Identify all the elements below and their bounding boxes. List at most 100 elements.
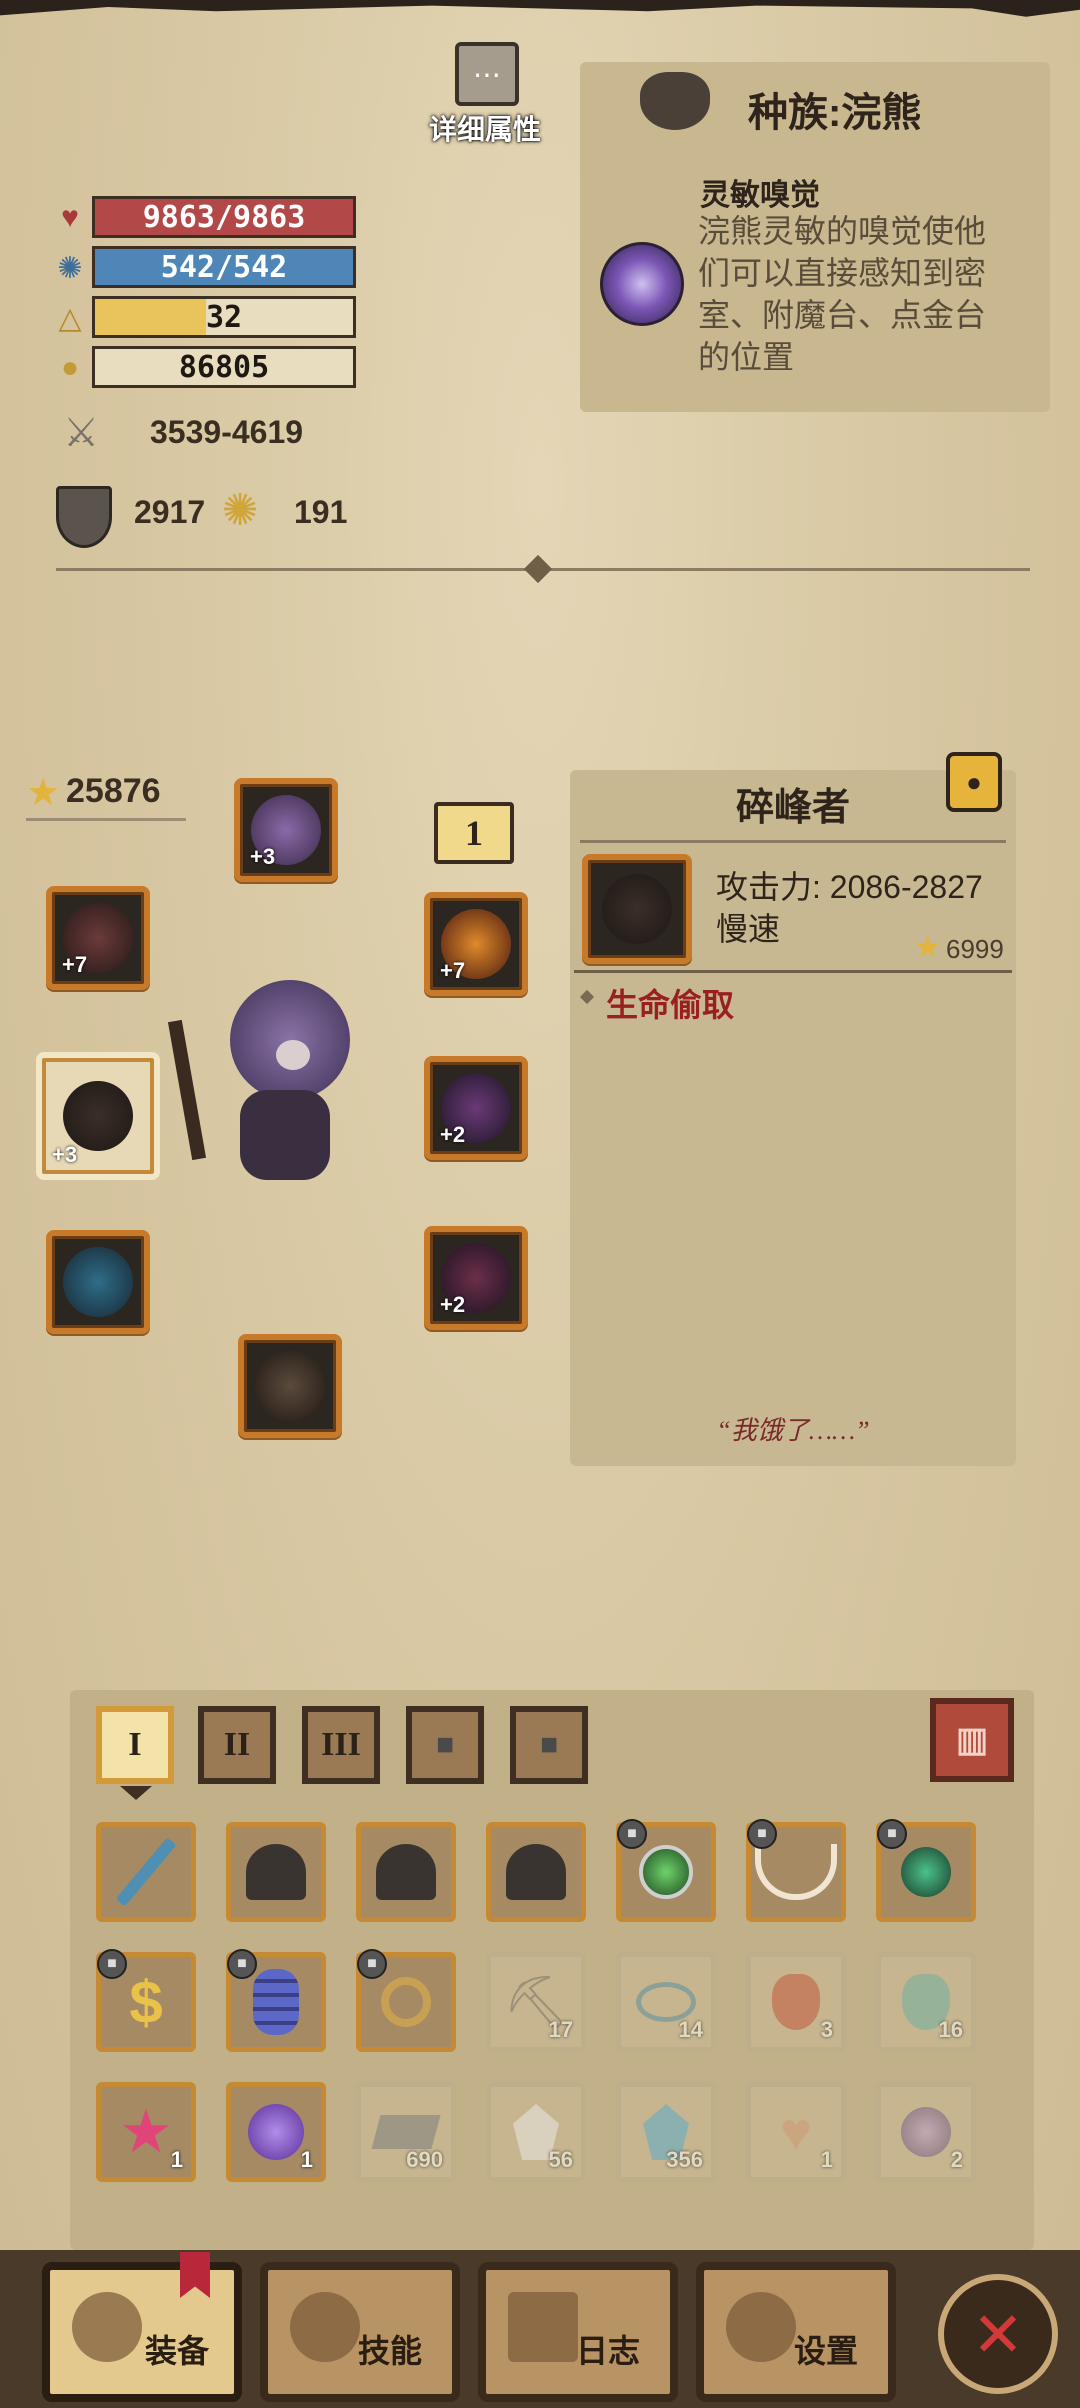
- level-text: 32: [205, 299, 243, 335]
- item-count: 3: [820, 2017, 833, 2042]
- item-count: 17: [548, 2017, 573, 2042]
- item-count: 1: [170, 2147, 183, 2172]
- inventory-slot[interactable]: 16: [876, 1952, 976, 2052]
- inventory-slot[interactable]: 3: [746, 1952, 846, 2052]
- gloves-slot[interactable]: [46, 1230, 150, 1334]
- weapon-upgrade-level: +3: [52, 1142, 78, 1167]
- offhand-slot[interactable]: +7: [424, 892, 528, 996]
- amulet-upgrade-level: +7: [62, 952, 88, 977]
- axe-icon: [72, 2292, 142, 2362]
- crossed-swords-icon: ⚔: [63, 411, 99, 455]
- nav-skills-button[interactable]: 技能: [260, 2262, 460, 2402]
- armor-slot[interactable]: +2: [424, 1056, 528, 1160]
- heart-charm-icon: ♥: [779, 2102, 813, 2162]
- inventory-slot[interactable]: ⛏ 17: [486, 1952, 586, 2052]
- emerald-amulet-icon: [901, 1847, 951, 1897]
- trash-icon: ▥: [955, 1722, 989, 1759]
- level-triangle-icon: △: [58, 301, 82, 335]
- inventory-slot[interactable]: ■: [356, 1949, 456, 2052]
- attack-value: 3539-4619: [150, 414, 304, 450]
- score-line: [26, 818, 186, 821]
- unidentified-helmet-icon: [376, 1844, 436, 1900]
- close-button[interactable]: ✕: [938, 2274, 1058, 2394]
- inventory-slot[interactable]: ■: [876, 1819, 976, 1922]
- inventory-slot[interactable]: ■: [746, 1819, 846, 1922]
- item-value: 6999: [946, 934, 1004, 964]
- inventory-slot[interactable]: [486, 1822, 586, 1922]
- tab-page-3[interactable]: III: [302, 1706, 380, 1784]
- effect-bullet-icon: [579, 989, 595, 1005]
- lock-icon: ■: [617, 1819, 647, 1849]
- shield-icon: [56, 486, 112, 548]
- boots-icon: [255, 1351, 325, 1421]
- item-count: 1: [820, 2147, 833, 2172]
- item-count: 56: [548, 2147, 573, 2172]
- inventory-slot[interactable]: 14: [616, 1952, 716, 2052]
- item-count: 1: [300, 2147, 313, 2172]
- gold-text: 86805: [178, 349, 270, 385]
- gem-necklace-icon: [639, 1845, 693, 1899]
- race-title: 种族:浣熊: [748, 91, 922, 135]
- inventory-slot[interactable]: 2: [876, 2082, 976, 2182]
- amulet-slot[interactable]: +7: [46, 886, 150, 990]
- luck-value: 191: [294, 494, 348, 530]
- tab-page-locked-5[interactable]: ■: [510, 1706, 588, 1784]
- lock-icon[interactable]: ●: [946, 752, 1002, 812]
- red-potion-icon: [772, 1974, 820, 2030]
- trash-button[interactable]: ▥: [930, 1698, 1014, 1782]
- detail-attributes-button[interactable]: ⋯ 详细属性: [425, 42, 555, 152]
- nav-log-label: 日志: [575, 2333, 640, 2369]
- nav-settings-button[interactable]: 设置: [696, 2262, 896, 2402]
- inventory-slot[interactable]: ■ $: [96, 1949, 196, 2052]
- level-bar: 32: [92, 296, 356, 338]
- helmet-slot[interactable]: +3: [234, 778, 338, 882]
- armor-upgrade-level: +2: [440, 1122, 466, 1147]
- detail-label: 详细属性: [429, 114, 542, 145]
- inventory-slot[interactable]: ★ 1: [96, 2082, 196, 2182]
- lock-icon: ■: [357, 1949, 387, 1979]
- inventory-slot[interactable]: [226, 1822, 326, 1922]
- raccoon-icon: [640, 72, 710, 130]
- inventory-slot[interactable]: [96, 1822, 196, 1922]
- unidentified-helmet-icon: [506, 1844, 566, 1900]
- mp-bar: 542/542: [92, 246, 356, 288]
- set-number-badge[interactable]: 1: [434, 802, 514, 864]
- item-count: 356: [666, 2147, 703, 2172]
- heart-icon: ♥: [61, 201, 79, 234]
- item-quote: “我饿了……”: [716, 1416, 870, 1445]
- inventory-slot[interactable]: 1: [226, 2082, 326, 2182]
- inventory-slot[interactable]: 690: [356, 2082, 456, 2182]
- weapon-slot[interactable]: +3: [36, 1052, 160, 1180]
- item-effect: 生命偷取: [606, 987, 735, 1023]
- hp-text: 9863/9863: [142, 199, 306, 235]
- gold-coins-icon: ●: [60, 351, 80, 384]
- purple-potion-icon: [248, 2104, 304, 2160]
- tab-page-1[interactable]: I: [96, 1706, 174, 1784]
- item-title-line: [580, 840, 1006, 843]
- cape-slot[interactable]: +2: [424, 1226, 528, 1330]
- nav-settings-label: 设置: [793, 2333, 858, 2369]
- inventory-slot[interactable]: [356, 1822, 456, 1922]
- inventory-slot[interactable]: ■: [616, 1819, 716, 1922]
- active-tab-indicator: [120, 1786, 152, 1800]
- tab-page-2[interactable]: II: [198, 1706, 276, 1784]
- inventory-slot[interactable]: 56: [486, 2082, 586, 2182]
- score-value: 25876: [66, 772, 161, 810]
- mp-text: 542/542: [160, 249, 288, 285]
- lock-icon: ■: [97, 1949, 127, 1979]
- star-icon: ★: [26, 772, 61, 814]
- close-icon: ✕: [972, 2300, 1024, 2370]
- nav-log-button[interactable]: 日志: [478, 2262, 678, 2402]
- mana-icon: ✺: [57, 251, 83, 285]
- boots-slot[interactable]: [238, 1334, 342, 1438]
- cape-upgrade-level: +2: [440, 1292, 466, 1317]
- unidentified-helmet-icon: [246, 1844, 306, 1900]
- item-count: 690: [406, 2147, 443, 2172]
- trait-name: 灵敏嗅觉: [700, 179, 820, 212]
- nav-equipment-button[interactable]: 装备: [42, 2252, 242, 2402]
- tab-page-locked-4[interactable]: ■: [406, 1706, 484, 1784]
- inventory-slot[interactable]: ■: [226, 1949, 326, 2052]
- inventory-slot[interactable]: ♥ 1: [746, 2082, 846, 2182]
- inventory-slot[interactable]: 356: [616, 2082, 716, 2182]
- gear-icon: [726, 2292, 796, 2362]
